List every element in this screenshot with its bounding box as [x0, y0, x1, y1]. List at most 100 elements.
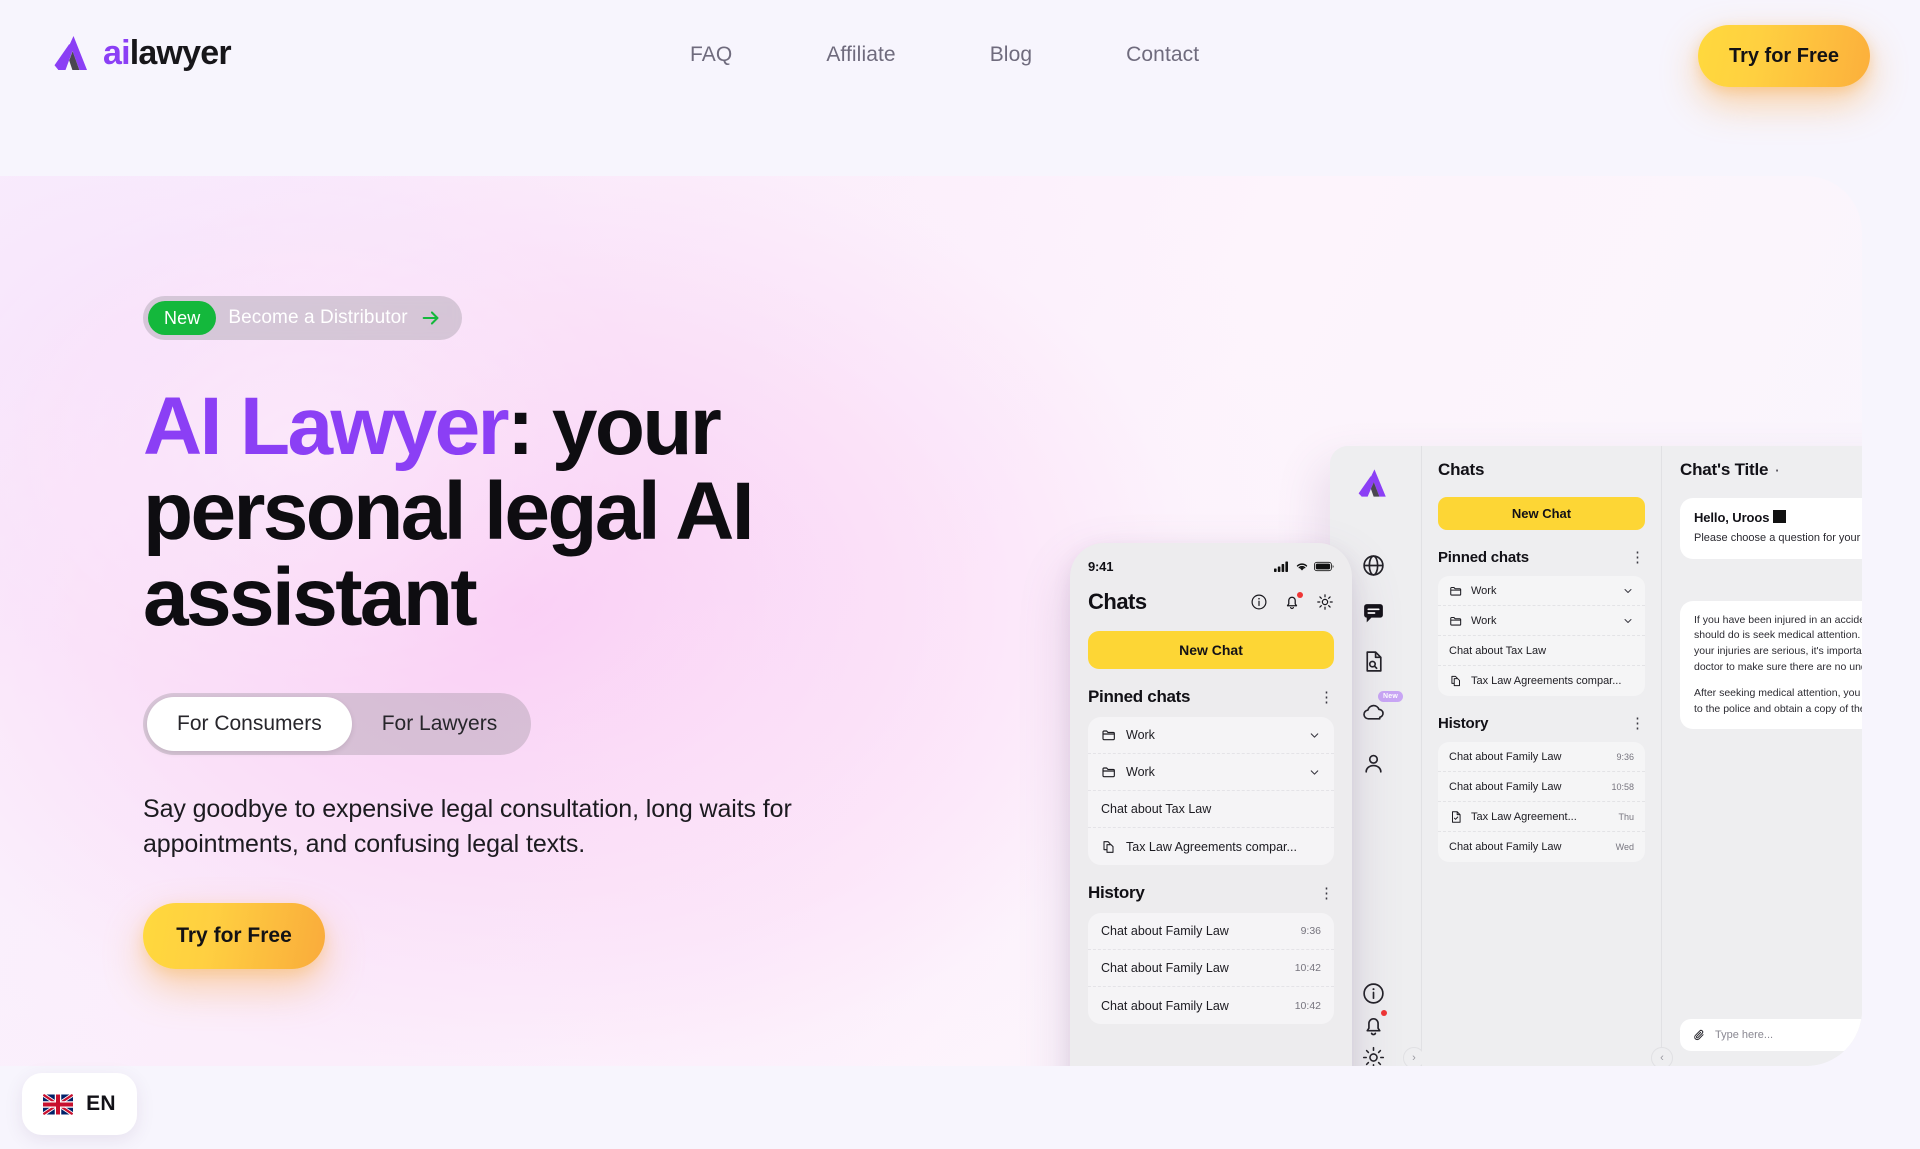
- brand-wordmark-lawyer: lawyer: [129, 34, 232, 72]
- nav-item-contact[interactable]: Contact: [1126, 43, 1199, 67]
- chat-greeting-subtext: Please choose a question for your inquir…: [1694, 532, 1862, 544]
- row-time: 9:36: [1300, 925, 1321, 937]
- phone-new-chat-button[interactable]: New Chat: [1088, 631, 1334, 669]
- chevron-down-icon[interactable]: [1622, 585, 1634, 597]
- desktop-chat-title: Chat's Title ·: [1680, 460, 1862, 480]
- become-distributor-label: Become a Distributor: [228, 307, 408, 328]
- kebab-menu-icon[interactable]: ⋮: [1630, 716, 1645, 731]
- row-label: Work: [1471, 584, 1497, 597]
- list-item[interactable]: Tax Law Agreements compar...: [1088, 828, 1334, 865]
- header-try-for-free-button[interactable]: Try for Free: [1698, 25, 1870, 87]
- site-header: ailawyer FAQ Affiliate Blog Contact Try …: [0, 0, 1920, 120]
- phone-chats-title: Chats: [1088, 589, 1147, 614]
- row-label: Chat about Family Law: [1449, 780, 1562, 793]
- paperclip-icon[interactable]: [1692, 1028, 1706, 1042]
- arrow-right-icon: [422, 311, 439, 325]
- table-row[interactable]: Tax Law Agreement... Thu: [1438, 802, 1645, 832]
- table-row[interactable]: Tax Law Agreements compar...: [1438, 666, 1645, 696]
- table-row[interactable]: Chat about Family Law 10:58: [1438, 772, 1645, 802]
- bell-notification-dot: [1381, 1010, 1387, 1016]
- page-root: ailawyer FAQ Affiliate Blog Contact Try …: [0, 0, 1920, 1149]
- row-label: Tax Law Agreement...: [1471, 810, 1577, 823]
- brand-wordmark-ai: ai: [103, 34, 131, 72]
- rail-cloud-icon[interactable]: New: [1356, 691, 1403, 728]
- sun-icon[interactable]: [1316, 593, 1334, 611]
- row-label: Work: [1126, 765, 1155, 779]
- nav-item-affiliate[interactable]: Affiliate: [826, 43, 895, 67]
- row-time: Wed: [1615, 842, 1634, 852]
- desktop-history-title: History: [1438, 715, 1489, 732]
- chevron-down-icon[interactable]: [1308, 766, 1321, 779]
- list-item[interactable]: Chat about Family Law 10:42: [1088, 987, 1334, 1024]
- chevron-down-icon[interactable]: [1308, 729, 1321, 742]
- kebab-menu-icon[interactable]: ⋮: [1630, 550, 1645, 565]
- row-time: 10:42: [1294, 999, 1321, 1012]
- desktop-logo-icon: [1355, 464, 1393, 502]
- brand-logo[interactable]: ailawyer: [52, 32, 232, 74]
- info-icon[interactable]: [1250, 593, 1268, 611]
- list-item[interactable]: Chat about Family Law 10:42: [1088, 950, 1334, 987]
- list-item[interactable]: Chat about Tax Law: [1088, 791, 1334, 828]
- chat-greeting-text: Hello, Uroos: [1694, 510, 1770, 525]
- toggle-for-consumers[interactable]: For Consumers: [147, 696, 352, 751]
- rail-person-icon[interactable]: [1356, 746, 1390, 780]
- list-item[interactable]: Chat about Family Law 9:36: [1088, 913, 1334, 950]
- hero-subtitle: Say goodbye to expensive legal consultat…: [143, 794, 792, 859]
- phone-history-title: History: [1088, 883, 1145, 902]
- rail-info-icon[interactable]: [1356, 976, 1390, 1010]
- rail-chat-icon[interactable]: [1356, 596, 1390, 630]
- emoji-placeholder-icon: [1773, 510, 1787, 523]
- row-label: Work: [1126, 728, 1155, 742]
- chat-input-bar[interactable]: Type here...: [1680, 1019, 1862, 1051]
- chat-title-menu-icon[interactable]: ·: [1775, 463, 1779, 478]
- new-badge: New: [148, 301, 217, 335]
- status-time: 9:41: [1088, 558, 1114, 574]
- desktop-pinned-title: Pinned chats: [1438, 549, 1529, 566]
- table-row[interactable]: Chat about Family Law 9:36: [1438, 742, 1645, 772]
- chat-answer-bubble: If you have been injured in an accident,…: [1680, 600, 1862, 730]
- chat-title-text: Chat's Title: [1680, 460, 1769, 479]
- row-label: Chat about Family Law: [1101, 998, 1229, 1013]
- row-label: Tax Law Agreements compar...: [1471, 675, 1622, 687]
- table-row[interactable]: Chat about Family Law Wed: [1438, 832, 1645, 862]
- desktop-new-chat-button[interactable]: New Chat: [1438, 497, 1645, 530]
- uk-flag-icon: [43, 1093, 74, 1115]
- folder-icon: [1102, 730, 1115, 741]
- nav-item-faq[interactable]: FAQ: [690, 43, 732, 67]
- kebab-menu-icon[interactable]: ⋮: [1319, 690, 1334, 705]
- chat-panel-collapse-button[interactable]: ‹: [1651, 1047, 1673, 1066]
- list-item[interactable]: Work: [1088, 754, 1334, 791]
- document-copy-icon: [1451, 675, 1460, 687]
- bell-icon[interactable]: [1283, 592, 1303, 611]
- status-icons: [1274, 561, 1334, 572]
- wifi-icon: [1296, 562, 1308, 571]
- list-item[interactable]: Work: [1088, 717, 1334, 754]
- brand-wordmark: ailawyer: [103, 34, 232, 72]
- nav-item-blog[interactable]: Blog: [990, 43, 1032, 67]
- rail-document-search-icon[interactable]: [1356, 644, 1390, 678]
- desktop-pinned-header: Pinned chats ⋮: [1438, 549, 1645, 566]
- table-row[interactable]: Work: [1438, 576, 1645, 606]
- battery-icon: [1314, 561, 1334, 571]
- kebab-menu-icon[interactable]: ⋮: [1319, 886, 1334, 901]
- chevron-down-icon[interactable]: [1622, 615, 1634, 627]
- rail-bell-icon[interactable]: [1356, 1008, 1390, 1042]
- toggle-for-lawyers[interactable]: For Lawyers: [352, 697, 528, 751]
- row-label: Chat about Family Law: [1449, 750, 1562, 763]
- table-row[interactable]: Chat about Tax Law: [1438, 636, 1645, 666]
- phone-history-card: Chat about Family Law 9:36 Chat about Fa…: [1088, 913, 1334, 1024]
- phone-pinned-header: Pinned chats ⋮: [1088, 687, 1334, 707]
- language-switcher[interactable]: EN: [22, 1073, 137, 1135]
- phone-app-mockup: 9:41 Chats New Chat Pinned chats ⋮ Work …: [1070, 543, 1352, 1066]
- table-row[interactable]: Work: [1438, 606, 1645, 636]
- row-label: Chat about Tax Law: [1101, 802, 1212, 816]
- row-time: 9:36: [1616, 751, 1634, 762]
- become-distributor-banner[interactable]: New Become a Distributor: [143, 296, 462, 340]
- rail-sun-icon[interactable]: [1356, 1040, 1390, 1066]
- bell-notification-dot: [1297, 592, 1303, 598]
- desktop-history-card: Chat about Family Law 9:36 Chat about Fa…: [1438, 742, 1645, 862]
- phone-header: Chats: [1088, 589, 1334, 615]
- hero-try-for-free-button[interactable]: Try for Free: [143, 902, 325, 969]
- rail-globe-icon[interactable]: [1356, 548, 1390, 582]
- row-label: Chat about Tax Law: [1449, 644, 1547, 657]
